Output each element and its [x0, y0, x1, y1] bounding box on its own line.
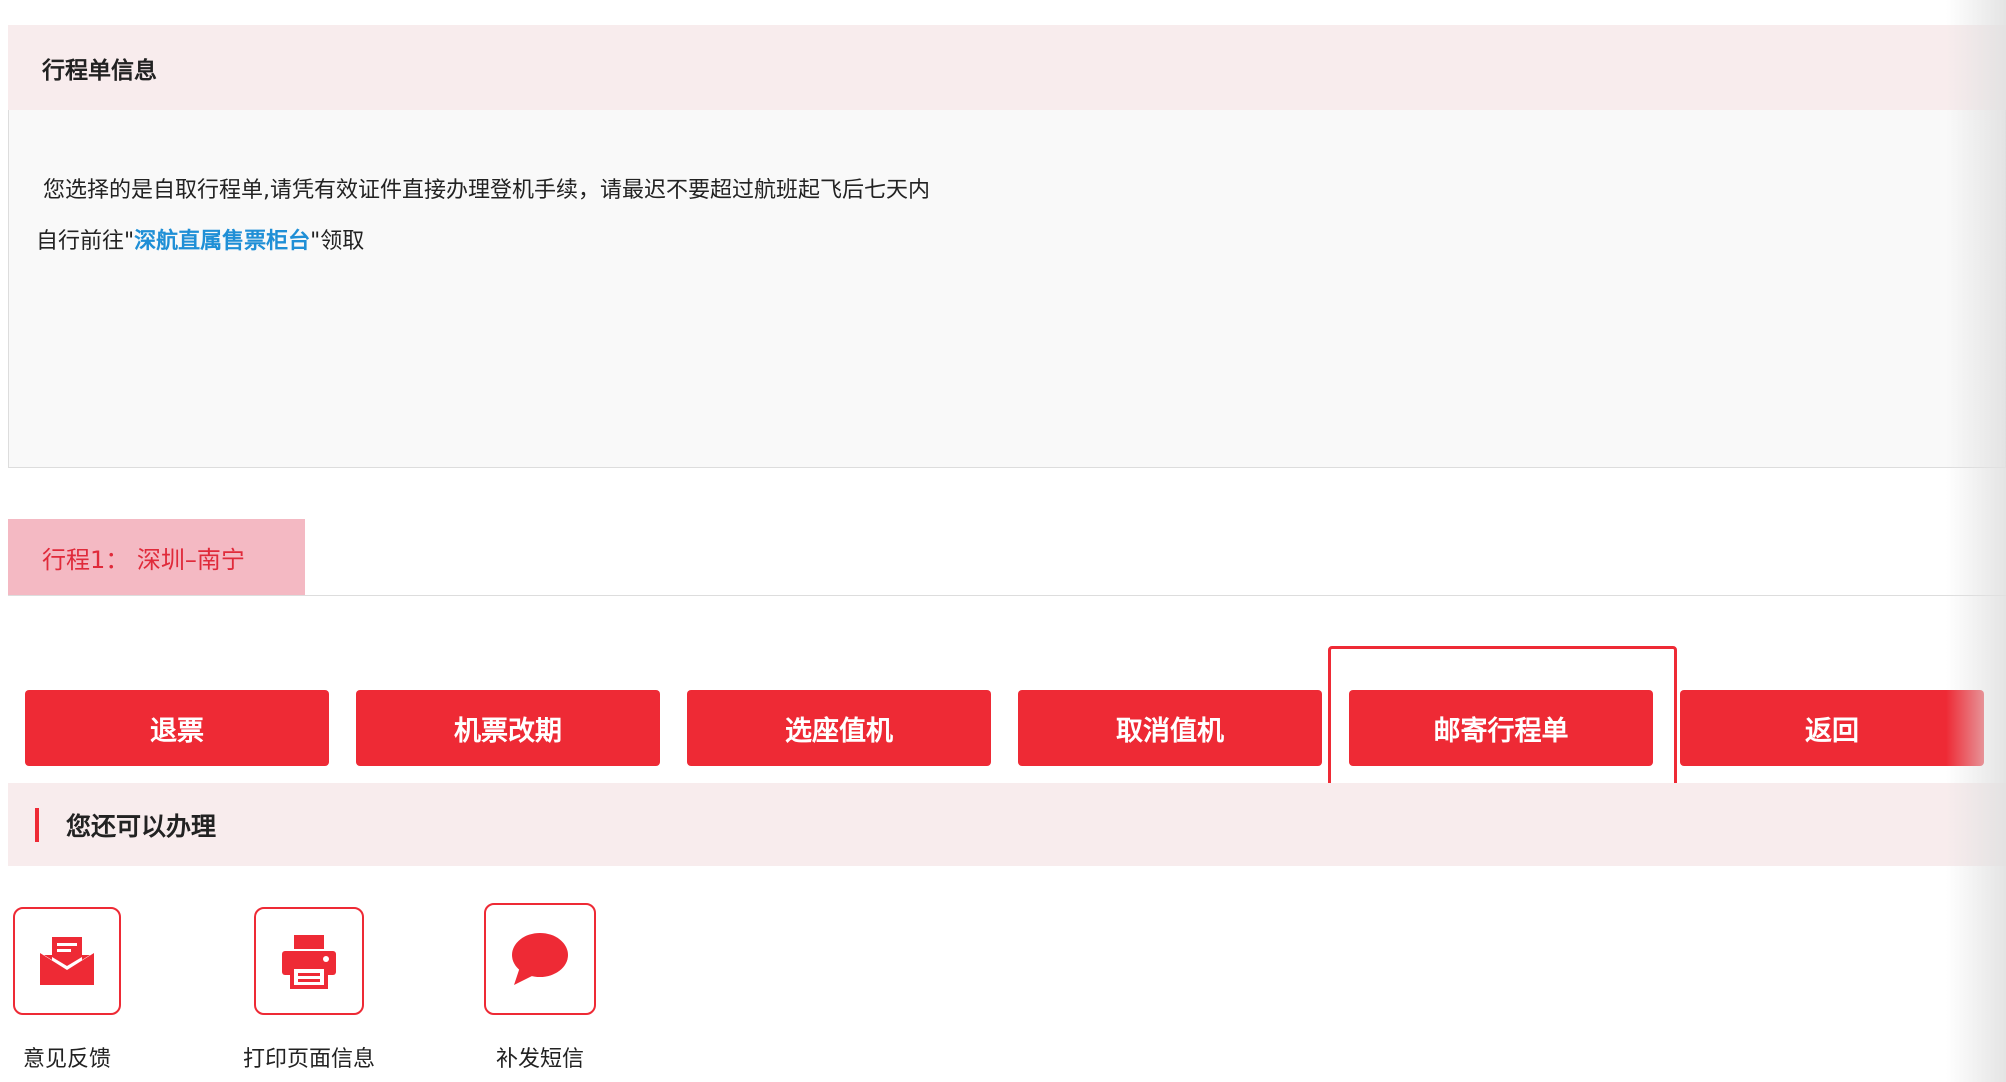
cancel-checkin-button[interactable]: 取消值机 [1018, 690, 1322, 766]
more-services-header: 您还可以办理 [8, 783, 2006, 866]
print-icon-box[interactable] [254, 907, 364, 1015]
seat-checkin-button[interactable]: 选座值机 [687, 690, 991, 766]
page: 行程单信息 您选择的是自取行程单,请凭有效证件直接办理登机手续，请最迟不要超过航… [0, 0, 2006, 1082]
feedback-icon-box[interactable] [13, 907, 121, 1015]
itinerary-info-header: 行程单信息 [8, 25, 2006, 110]
feedback-label: 意见反馈 [22, 1047, 111, 1072]
section-marker [35, 807, 39, 842]
print-label: 打印页面信息 [242, 1047, 375, 1072]
resend-sms-service[interactable]: 补发短信 [468, 903, 612, 1073]
pickup-text-prefix: 自行前往" [36, 229, 135, 254]
refund-button[interactable]: 退票 [25, 690, 329, 766]
resend-sms-label: 补发短信 [495, 1047, 584, 1072]
mail-itinerary-button[interactable]: 邮寄行程单 [1349, 690, 1653, 766]
trip-tab-label: 行程1： 深圳–南宁 [42, 545, 245, 574]
mail-feedback-icon [40, 937, 94, 985]
pickup-text-suffix: "领取 [310, 229, 365, 254]
ticket-counter-link[interactable]: 深航直属售票柜台 [134, 229, 310, 254]
chat-bubble-icon [512, 933, 568, 985]
printer-icon [282, 935, 336, 989]
itinerary-pickup-text: 自行前往"深航直属售票柜台"领取 [36, 223, 364, 255]
sms-icon-box[interactable] [484, 903, 596, 1015]
back-button[interactable]: 返回 [1680, 690, 1984, 766]
change-date-button[interactable]: 机票改期 [356, 690, 660, 766]
print-service[interactable]: 打印页面信息 [226, 907, 392, 1073]
itinerary-info-text: 您选择的是自取行程单,请凭有效证件直接办理登机手续，请最迟不要超过航班起飞后七天… [43, 178, 930, 203]
divider [8, 595, 2006, 596]
feedback-service[interactable]: 意见反馈 [12, 907, 122, 1073]
more-services-title: 您还可以办理 [66, 811, 217, 841]
itinerary-info-title: 行程单信息 [42, 57, 157, 84]
itinerary-info-panel: 您选择的是自取行程单,请凭有效证件直接办理登机手续，请最迟不要超过航班起飞后七天… [8, 110, 2006, 468]
trip-tab-1[interactable]: 行程1： 深圳–南宁 [8, 519, 305, 595]
